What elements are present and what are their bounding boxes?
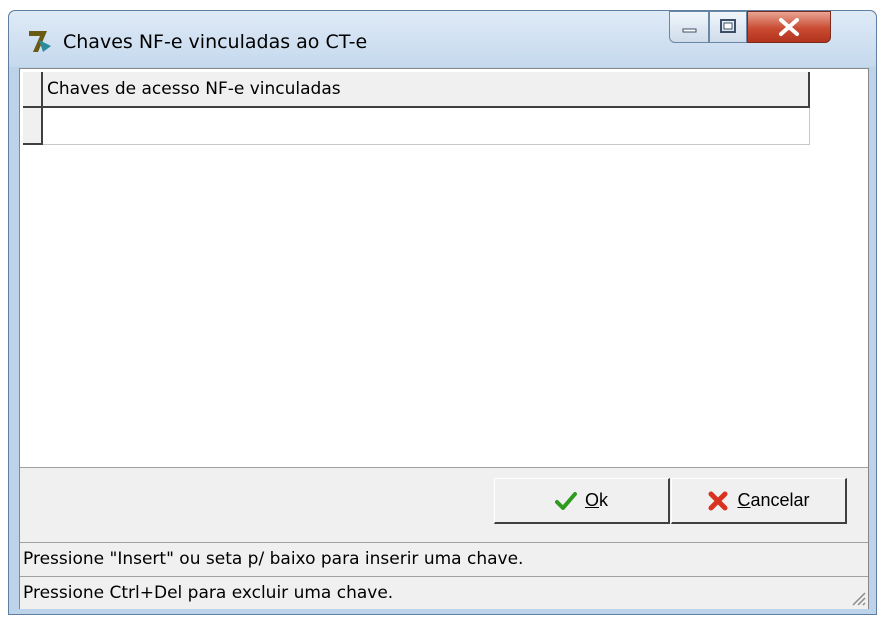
- dialog-window: Chaves NF-e vinculadas ao CT-e Chaves de…: [8, 10, 877, 615]
- minimize-icon: [682, 28, 697, 33]
- row-indicator[interactable]: [23, 108, 43, 145]
- column-header-chaves[interactable]: Chaves de acesso NF-e vinculadas: [43, 72, 810, 108]
- close-button[interactable]: [747, 11, 831, 43]
- app-logo-icon: [29, 31, 51, 52]
- keys-grid[interactable]: Chaves de acesso NF-e vinculadas: [20, 69, 868, 468]
- grid-corner: [23, 72, 43, 108]
- ok-button[interactable]: Ok: [494, 478, 670, 524]
- ok-label: Ok: [584, 490, 608, 510]
- minimize-button[interactable]: [669, 11, 709, 43]
- maximize-icon: [720, 19, 736, 33]
- cancel-label: Cancelar: [737, 490, 810, 510]
- close-icon: [779, 18, 799, 36]
- dialog-client: Chaves de acesso NF-e vinculadas Ok Canc…: [19, 68, 869, 609]
- x-icon: [708, 491, 728, 510]
- status-insert-hint: Pressione "Insert" ou seta p/ baixo para…: [20, 542, 868, 575]
- checkmark-icon: [554, 491, 577, 510]
- window-title: Chaves NF-e vinculadas ao CT-e: [63, 31, 368, 53]
- grid-cell[interactable]: [43, 108, 810, 145]
- status-delete-hint: Pressione Ctrl+Del para excluir uma chav…: [20, 576, 868, 609]
- title-bar[interactable]: Chaves NF-e vinculadas ao CT-e: [9, 11, 876, 67]
- cancel-button[interactable]: Cancelar: [671, 478, 847, 524]
- maximize-button[interactable]: [709, 11, 747, 43]
- resize-grip-icon[interactable]: [848, 588, 866, 606]
